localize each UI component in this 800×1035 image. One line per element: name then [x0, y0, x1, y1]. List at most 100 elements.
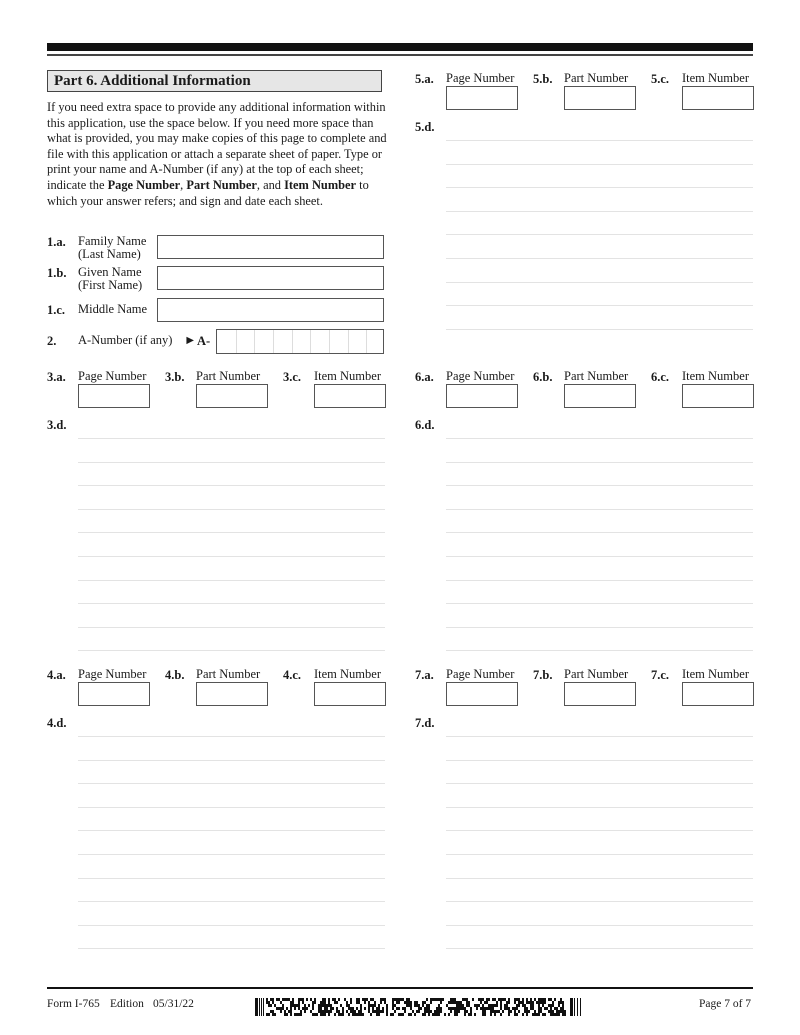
section-3-page-number-input[interactable] — [78, 384, 150, 408]
instructions-sep: , and — [256, 177, 285, 192]
ruled-line — [446, 806, 753, 808]
top-rule-thin — [47, 54, 753, 56]
section-5-item-number-input[interactable] — [682, 86, 754, 110]
a-number-cell-divider — [235, 330, 237, 353]
section-3-part-number-input[interactable] — [196, 384, 268, 408]
barcode-bar — [261, 998, 262, 1016]
item-number: 6.a. — [415, 370, 434, 384]
ruled-line — [446, 901, 753, 903]
ruled-line — [446, 328, 753, 330]
item-number: 3.a. — [47, 370, 66, 384]
ruled-line — [78, 532, 385, 534]
form-id: Form I-765 — [47, 998, 100, 1010]
part-number-label: Part Number — [196, 369, 261, 383]
item-number: 4.a. — [47, 668, 66, 682]
family-name-input[interactable] — [157, 235, 384, 259]
edition-label: Edition — [110, 998, 144, 1010]
ruled-line — [446, 210, 753, 212]
ruled-line — [446, 830, 753, 832]
ruled-line — [446, 556, 753, 557]
section-7-part-number-input[interactable] — [564, 682, 636, 706]
ruled-line — [446, 603, 753, 605]
footer-rule — [47, 987, 753, 989]
section-4-page-number-input[interactable] — [78, 682, 150, 706]
a-number-prefix: A- — [197, 334, 211, 348]
page-number: Page 7 of 7 — [699, 998, 752, 1010]
section-3-answer-area[interactable] — [78, 415, 385, 671]
section-7-answer-area[interactable] — [446, 713, 753, 969]
section-6-page-number-input[interactable] — [446, 384, 518, 408]
barcode-bar — [570, 998, 573, 1016]
item-number: 4.d. — [47, 716, 67, 730]
instructions: If you need extra space to provide any a… — [47, 100, 387, 209]
a-number-label: A-Number (if any) — [78, 333, 173, 347]
ruled-line — [78, 830, 385, 832]
part-number-label: Part Number — [564, 71, 629, 85]
ruled-line — [78, 759, 385, 761]
section-7-page-number-input[interactable] — [446, 682, 518, 706]
section-6-item-number-input[interactable] — [682, 384, 754, 408]
item-number: 7.b. — [533, 668, 553, 682]
page-number-label: Page Number — [446, 71, 515, 85]
a-number-cell-divider — [347, 330, 349, 353]
a-number-cell-divider — [329, 330, 330, 353]
ruled-line — [446, 485, 753, 487]
section-6-answer-area[interactable] — [446, 415, 753, 671]
ruled-line — [78, 948, 385, 950]
middle-name-input[interactable] — [157, 298, 384, 322]
item-number-label: Item Number — [682, 369, 749, 383]
a-number-cell-divider — [273, 330, 274, 353]
ruled-line — [446, 854, 753, 855]
ruled-line — [446, 281, 753, 283]
item-number: 6.b. — [533, 370, 553, 384]
item-number: 1.c. — [47, 303, 66, 317]
item-number-label: Item Number — [314, 369, 381, 383]
item-number: 1.b. — [47, 266, 67, 280]
ruled-line — [446, 163, 753, 165]
a-number-cell-divider — [366, 330, 368, 353]
section-6-part-number-input[interactable] — [564, 384, 636, 408]
instructions-bold-page: Page Number — [107, 177, 181, 192]
a-number-cell-divider — [310, 330, 312, 353]
page-number-label: Page Number — [446, 369, 515, 383]
given-name-input[interactable] — [157, 266, 384, 290]
a-number-input[interactable] — [216, 329, 384, 354]
ruled-line — [446, 877, 753, 879]
section-5-answer-area[interactable] — [446, 117, 753, 349]
item-number: 7.c. — [651, 668, 670, 682]
ruled-line — [78, 603, 385, 605]
a-number-cell-divider — [291, 330, 293, 353]
label-line: (First Name) — [78, 278, 143, 292]
ruled-line — [446, 234, 753, 236]
ruled-line — [446, 532, 753, 534]
section-7-item-number-input[interactable] — [682, 682, 754, 706]
part-number-label: Part Number — [196, 667, 261, 681]
ruled-line — [446, 438, 753, 439]
section-3-item-number-input[interactable] — [314, 384, 386, 408]
section-5-part-number-input[interactable] — [564, 86, 636, 110]
section-5-page-number-input[interactable] — [446, 86, 518, 110]
ruled-line — [78, 556, 385, 557]
item-number: 3.d. — [47, 418, 67, 432]
ruled-line — [78, 508, 385, 510]
section-4-answer-area[interactable] — [78, 713, 385, 969]
ruled-line — [78, 783, 385, 785]
ruled-line — [78, 650, 385, 652]
section-4-part-number-input[interactable] — [196, 682, 268, 706]
ruled-line — [78, 877, 385, 879]
part-header: Part 6. Additional Information — [47, 70, 382, 92]
barcode-bar — [580, 998, 581, 1016]
page-number-label: Page Number — [78, 667, 147, 681]
item-number: 5.a. — [415, 72, 434, 86]
barcode-bar — [259, 998, 260, 1016]
ruled-line — [446, 187, 753, 189]
family-name-label: Family Name (Last Name) — [78, 235, 146, 261]
ruled-line — [78, 901, 385, 903]
item-number: 1.a. — [47, 235, 66, 249]
arrow-right-icon: ► — [184, 333, 197, 347]
page-number-label: Page Number — [446, 667, 515, 681]
item-number: 4.c. — [283, 668, 302, 682]
section-4-item-number-input[interactable] — [314, 682, 386, 706]
ruled-line — [446, 650, 753, 652]
barcode-icon — [255, 998, 581, 1016]
